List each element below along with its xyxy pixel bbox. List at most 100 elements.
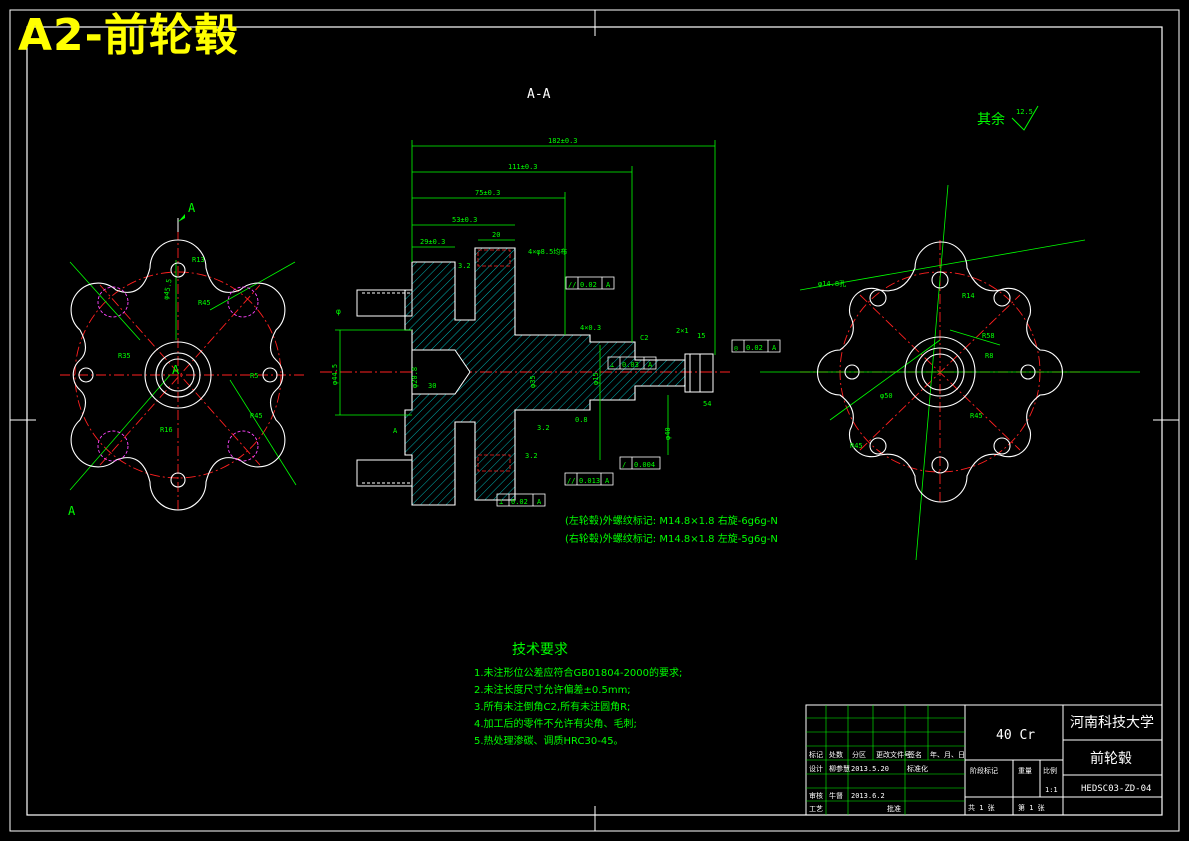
weight-label: 重量 bbox=[1018, 767, 1032, 775]
tolerance-datum: A bbox=[606, 281, 611, 289]
tolerance-symbol: / bbox=[622, 461, 626, 469]
header-sign: 签名 bbox=[908, 750, 922, 759]
review-label: 审核 bbox=[809, 791, 823, 800]
thread-notes: (左轮毂)外螺纹标记: M14.8×1.8 右旋-6g6g-N (右轮毂)外螺纹… bbox=[565, 514, 778, 545]
thread-note-2: (右轮毂)外螺纹标记: M14.8×1.8 左旋-5g6g-N bbox=[565, 532, 778, 545]
drawing-number: HEDSC03-ZD-04 bbox=[1081, 784, 1151, 794]
right-dim-4: R8 bbox=[985, 352, 993, 360]
dim-30: 30 bbox=[428, 382, 436, 390]
tech-req-item-3: 3.所有未注倒角C2,所有未注圆角R; bbox=[474, 700, 630, 713]
left-dim-7: R16 bbox=[160, 426, 173, 434]
review-date: 2013.6.2 bbox=[851, 792, 885, 800]
dim-111: 111±0.3 bbox=[508, 163, 538, 171]
sheet-number: 第 1 张 bbox=[1018, 803, 1045, 812]
tolerance-frame: // 0.013 A bbox=[564, 472, 614, 486]
view-letter-bottom: A bbox=[68, 504, 76, 518]
right-dim-5: φ50 bbox=[880, 392, 893, 400]
right-dim-2: R14 bbox=[962, 292, 975, 300]
tolerance-frame: ◎ 0.02 A bbox=[731, 339, 781, 353]
tolerance-datum: A bbox=[537, 498, 542, 506]
right-end-view: φ14.8孔 R14 R58 R8 φ50 R45 R45 其余 12.5 bbox=[760, 105, 1140, 561]
header-count: 处数 bbox=[829, 750, 843, 759]
scale-value: 1:1 bbox=[1045, 786, 1058, 794]
dim-phi15: φ15 bbox=[592, 372, 600, 385]
tech-req-item-5: 5.热处理渗碳、调质HRC30-45。 bbox=[474, 734, 624, 747]
sheet-count: 共 1 张 bbox=[968, 803, 995, 812]
dim-c2: C2 bbox=[640, 334, 648, 342]
approve-label: 批准 bbox=[887, 804, 901, 813]
section-view: A-A 182±0.3 111±0.3 75±0.3 53±0.3 29±0.3… bbox=[320, 87, 781, 507]
dim-75: 75±0.3 bbox=[475, 189, 500, 197]
left-end-view: A A A R13 φ45.5 R45 R35 R5 R45 R16 bbox=[60, 201, 305, 518]
dim-3-2-a: 3.2 bbox=[537, 424, 550, 432]
design-date: 2013.5.20 bbox=[851, 765, 889, 773]
left-dim-1: R13 bbox=[192, 256, 205, 264]
overlay-title: A2-前轮毂 bbox=[18, 10, 239, 61]
tolerance-value: 0.02 bbox=[511, 498, 528, 506]
tolerance-value: 0.013 bbox=[579, 477, 600, 485]
stage-label: 阶段标记 bbox=[970, 766, 998, 775]
right-dim-7: R45 bbox=[850, 442, 863, 450]
dim-phi40: φ40 bbox=[664, 427, 672, 440]
tolerance-frame: // 0.02 A bbox=[565, 276, 615, 290]
tolerance-symbol: // bbox=[567, 477, 575, 485]
tolerance-symbol: ⊥ bbox=[610, 361, 614, 369]
dim-phi: φ bbox=[336, 307, 341, 316]
header-date: 年、月、日 bbox=[930, 750, 965, 759]
dim-left-dia: φ44.5 bbox=[331, 364, 339, 385]
dim-holes: 4×φ8.5均布 bbox=[528, 247, 567, 256]
view-letter-top: A bbox=[188, 201, 196, 215]
dim-182: 182±0.3 bbox=[548, 137, 578, 145]
header-mark: 标记 bbox=[809, 750, 823, 759]
tolerance-value: 0.03 bbox=[622, 361, 639, 369]
tolerance-symbol: ⊥ bbox=[499, 498, 503, 506]
scale-label: 比例 bbox=[1043, 766, 1057, 775]
tech-req-item-2: 2.未注长度尺寸允许偏差±0.5mm; bbox=[474, 683, 631, 696]
title-block: 40 Cr 河南科技大学 前轮毂 HEDSC03-ZD-04 标记 处数 分区 … bbox=[805, 704, 1163, 816]
design-label: 设计 bbox=[809, 764, 823, 773]
material: 40 Cr bbox=[996, 728, 1035, 743]
tech-req-title: 技术要求 bbox=[512, 642, 568, 658]
tolerance-value: 0.02 bbox=[580, 281, 597, 289]
dim-phi20: φ20.8 bbox=[411, 367, 419, 388]
reviewer: 牛督 bbox=[829, 791, 843, 800]
right-dim-3: R58 bbox=[982, 332, 995, 340]
view-letter-center: A bbox=[172, 363, 180, 377]
right-dim-1: φ14.8孔 bbox=[818, 280, 846, 288]
roughness-label: 其余 bbox=[977, 111, 1005, 128]
designer: 柳参慧 bbox=[829, 764, 850, 773]
standard-label: 标准化 bbox=[907, 764, 928, 773]
tolerance-datum: A bbox=[772, 344, 777, 352]
header-change: 更改文件号 bbox=[876, 750, 911, 759]
dim-54: 54 bbox=[703, 400, 711, 408]
technical-requirements: 技术要求 1.未注形位公差应符合GB01804-2000的要求; 2.未注长度尺… bbox=[474, 642, 682, 747]
school-name: 河南科技大学 bbox=[1070, 715, 1154, 731]
left-dim-6: R45 bbox=[250, 412, 263, 420]
dim-3-2-c: 3.2 bbox=[525, 452, 538, 460]
drawing-sheet: A A A R13 φ45.5 R45 R35 R5 R45 R16 A-A 1… bbox=[9, 9, 1180, 832]
tolerance-symbol: // bbox=[568, 281, 576, 289]
left-dim-5: R5 bbox=[250, 372, 258, 380]
dim-29: 29±0.3 bbox=[420, 238, 445, 246]
dim-53: 53±0.3 bbox=[452, 216, 477, 224]
section-dims: 182±0.3 111±0.3 75±0.3 53±0.3 29±0.3 20 … bbox=[331, 137, 711, 460]
dim-2x1: 2×1 bbox=[676, 327, 689, 335]
dim-15: 15 bbox=[697, 332, 705, 340]
tolerance-value: 0.004 bbox=[634, 461, 655, 469]
dim-4x03: 4×0.3 bbox=[580, 324, 601, 332]
dim-20: 20 bbox=[492, 231, 500, 239]
thread-note-1: (左轮毂)外螺纹标记: M14.8×1.8 右旋-6g6g-N bbox=[565, 514, 778, 527]
tech-req-item-1: 1.未注形位公差应符合GB01804-2000的要求; bbox=[474, 666, 682, 679]
tolerance-value: 0.02 bbox=[746, 344, 763, 352]
dim-3-2-b: 3.2 bbox=[458, 262, 471, 270]
tolerance-datum: A bbox=[605, 477, 610, 485]
left-dim-3: R45 bbox=[198, 299, 211, 307]
right-dim-6: R45 bbox=[970, 412, 983, 420]
tolerance-symbol: ◎ bbox=[734, 344, 739, 352]
process-label: 工艺 bbox=[809, 805, 823, 813]
left-dim-2: φ45.5 bbox=[162, 278, 174, 300]
tolerance-frame: / 0.004 bbox=[619, 456, 661, 470]
part-name: 前轮毂 bbox=[1090, 750, 1132, 767]
section-label: A-A bbox=[527, 87, 551, 102]
dim-phi35: φ35 bbox=[529, 375, 537, 388]
